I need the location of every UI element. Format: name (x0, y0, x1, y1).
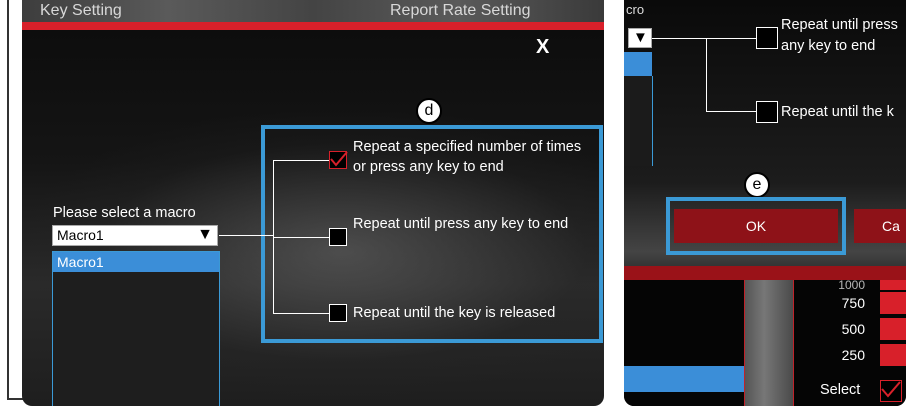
list-item[interactable] (624, 366, 744, 392)
option-label-1: Repeat a specified number of times or pr… (353, 139, 582, 175)
connector-line (219, 235, 274, 236)
rate-slot[interactable] (880, 280, 906, 290)
chevron-down-icon[interactable]: ▼ (633, 29, 648, 46)
connector-line (273, 237, 329, 238)
title-accent-bar (22, 22, 604, 30)
select-macro-label: Please select a macro (53, 205, 196, 221)
close-button[interactable]: X (536, 36, 549, 59)
connector-line (706, 38, 707, 112)
option-checkbox-1[interactable] (329, 151, 348, 169)
ok-button[interactable]: OK (674, 209, 838, 243)
rate-value-250: 250 (841, 347, 865, 363)
tab-key-setting[interactable]: Key Setting (40, 2, 122, 20)
macro-settings-panel: Key Setting Report Rate Setting X d Plea… (22, 0, 604, 406)
option-checkbox-2[interactable] (756, 27, 778, 49)
option-label-2: Repeat until press any key to end (353, 216, 569, 232)
macro-list (624, 76, 653, 166)
rate-value-750: 750 (841, 295, 865, 311)
tab-strip: Key Setting Report Rate Setting (22, 0, 604, 22)
top-label: cro (626, 2, 645, 17)
option-label-2: Repeat until press any key to end (781, 17, 898, 54)
callout-badge-d: d (416, 98, 442, 124)
texture-strip (744, 280, 794, 406)
rate-value-1000: 1000 (838, 278, 865, 292)
list-item[interactable]: Macro1 (53, 252, 219, 272)
callout-badge-e: e (744, 172, 770, 198)
rate-slot[interactable] (880, 292, 906, 314)
tab-report-rate[interactable]: Report Rate Setting (390, 2, 531, 20)
rate-slot[interactable] (880, 318, 906, 340)
option-checkbox-3[interactable] (329, 304, 347, 322)
connector-line (273, 160, 329, 161)
zoomed-confirm-panel: cro ▼ Repeat until press any key to end … (624, 0, 906, 406)
chevron-down-icon[interactable]: ▼ (197, 226, 213, 244)
list-item[interactable] (624, 52, 652, 76)
option-label-3: Repeat until the k (781, 104, 894, 120)
option-label-3: Repeat until the key is released (353, 305, 556, 321)
frame-edge-line (7, 0, 9, 400)
connector-line (706, 111, 756, 112)
macro-dropdown-value: Macro1 (57, 227, 104, 243)
cancel-button[interactable]: Ca (854, 209, 906, 243)
connector-line (652, 38, 756, 39)
checkmark-icon (330, 151, 348, 167)
option-checkbox-3[interactable] (756, 101, 778, 123)
rate-slot[interactable] (880, 344, 906, 366)
checkmark-icon (881, 381, 901, 398)
select-checkbox[interactable] (880, 380, 902, 402)
macro-dropdown[interactable]: Macro1 ▼ (52, 225, 218, 246)
select-label: Select (820, 382, 861, 398)
option-checkbox-2[interactable] (329, 228, 347, 246)
macro-dropdown[interactable]: ▼ (628, 28, 652, 48)
macro-list: Macro1 (52, 251, 220, 406)
connector-line (273, 313, 329, 314)
rate-value-500: 500 (841, 321, 865, 337)
